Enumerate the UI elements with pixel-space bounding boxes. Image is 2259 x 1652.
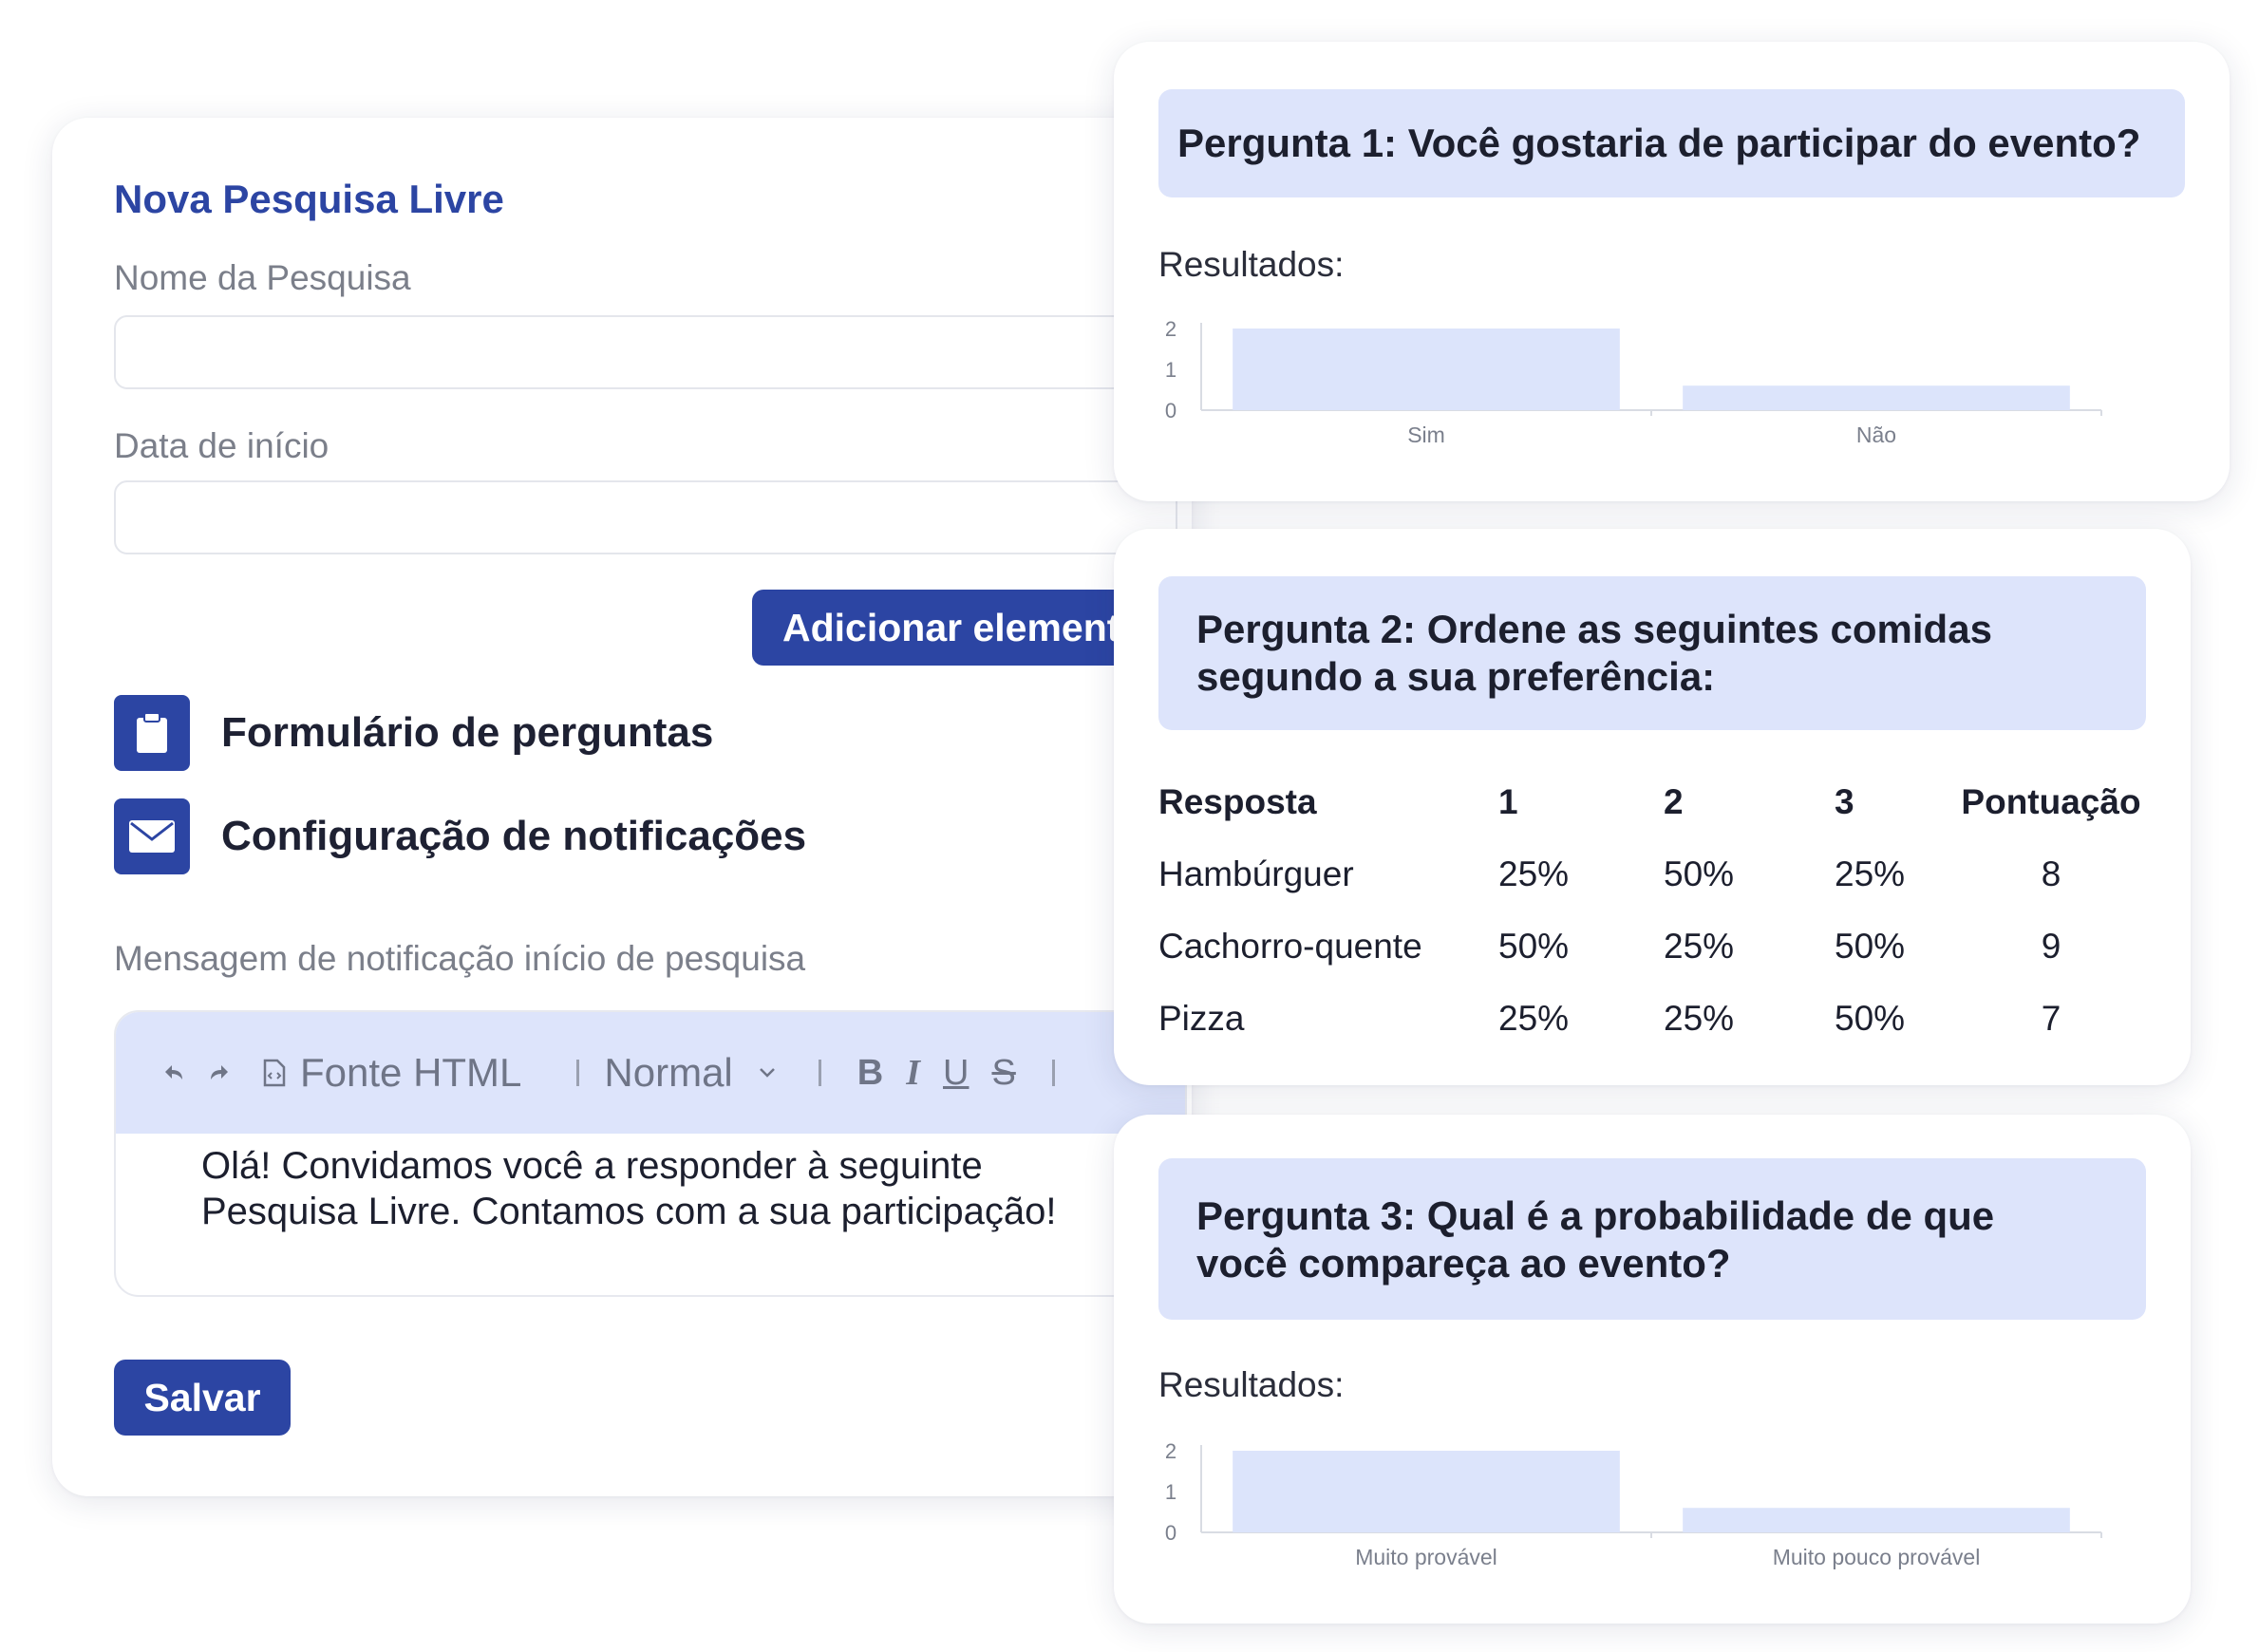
section-question-form-label: Formulário de perguntas [221,709,714,756]
table-cell: 25% [1664,999,1735,1038]
bar [1683,385,2070,410]
format-select[interactable]: Normal [604,1050,776,1096]
bar [1683,1508,2070,1532]
toolbar-separator [818,1060,821,1086]
toolbar-separator [1051,1060,1055,1086]
start-date-input[interactable] [114,480,1177,554]
add-element-button[interactable]: Adicionar elemento [752,590,1132,666]
table-cell: 25% [1498,999,1570,1038]
y-tick-label: 1 [1165,358,1177,382]
column-header: 2 [1664,782,1684,821]
y-tick-label: 0 [1165,1521,1177,1545]
column-header: 3 [1835,782,1854,821]
table-cell: 50% [1664,854,1735,893]
question-3-card: Pergunta 3: Qual é a probabilidade de qu… [1114,1115,2191,1624]
survey-name-input[interactable] [114,315,1177,389]
section-question-form[interactable]: Formulário de perguntas [114,695,713,771]
x-tick-label: Muito pouco provável [1773,1545,1981,1569]
y-tick-label: 0 [1165,399,1177,422]
table-cell: Pizza [1158,999,1245,1038]
chevron-down-icon [759,1068,775,1078]
table-row: Hambúrguer 25% 50% 25% 8 [1158,838,2141,910]
x-tick-label: Sim [1407,422,1445,447]
format-select-value: Normal [604,1050,733,1095]
survey-name-label: Nome da Pesquisa [114,258,411,297]
table-cell: 50% [1498,927,1570,966]
table-cell: 8 [2041,854,2061,893]
editor-content[interactable]: Olá! Convidamos você a responder à segui… [116,1134,1132,1234]
envelope-icon [114,798,190,874]
ranking-table: Resposta 1 2 3 Pontuação Hambúrguer 25% … [1158,766,2141,1055]
italic-button[interactable]: I [906,1052,920,1094]
table-cell: 9 [2041,927,2061,966]
underline-button[interactable]: U [943,1053,969,1094]
table-cell: 25% [1498,854,1570,893]
file-code-icon [263,1059,286,1087]
redo-icon[interactable] [205,1062,230,1083]
y-tick-label: 2 [1165,1439,1177,1463]
question-1-bar-chart: 0 1 2 Sim Não [1165,317,2102,447]
source-code-label: Fonte HTML [300,1050,522,1095]
table-row: Pizza 25% 25% 50% 7 [1158,983,2141,1055]
table-cell: 50% [1835,927,1906,966]
editor-text-line: Pesquisa Livre. Contamos com a sua parti… [201,1191,1057,1232]
editor-toolbar: Fonte HTML Normal B I U S [116,1012,1185,1134]
results-label: Resultados: [1158,245,1345,284]
notification-message-label: Mensagem de notificação início de pesqui… [114,939,806,978]
question-3-title: Pergunta 3: Qual é a probabilidade de qu… [1158,1158,2146,1320]
y-tick-label: 2 [1165,317,1177,341]
table-header-row: Resposta 1 2 3 Pontuação [1158,766,2141,838]
bar [1233,1451,1620,1532]
rich-text-editor: Fonte HTML Normal B I U S Olá! Convidamo… [114,1010,1187,1297]
question-3-title-line: você compareça ao evento? [1196,1241,1731,1286]
start-date-label: Data de início [114,426,329,465]
y-tick-label: 1 [1165,1480,1177,1504]
column-header: 1 [1498,782,1518,821]
table-cell: Cachorro-quente [1158,927,1422,966]
table-cell: 25% [1664,927,1735,966]
table-cell: 50% [1835,999,1906,1038]
undo-icon[interactable] [163,1062,188,1083]
x-tick-label: Não [1856,422,1896,447]
question-2-title-line: segundo a sua preferência: [1196,654,1716,699]
table-cell: Hambúrguer [1158,854,1354,893]
question-1-title: Pergunta 1: Você gostaria de participar … [1158,89,2185,197]
bar [1233,329,1620,410]
bold-button[interactable]: B [857,1053,883,1094]
strikethrough-button[interactable]: S [991,1053,1015,1094]
source-code-button[interactable]: Fonte HTML [262,1050,521,1096]
clipboard-icon [114,695,190,771]
question-3-title-line: Pergunta 3: Qual é a probabilidade de qu… [1196,1193,1995,1238]
question-1-card: Pergunta 1: Você gostaria de participar … [1114,42,2230,501]
table-cell: 7 [2041,999,2061,1038]
toolbar-separator [576,1060,580,1086]
results-label: Resultados: [1158,1365,1345,1404]
editor-text-line: Olá! Convidamos você a responder à segui… [201,1145,983,1187]
question-2-title: Pergunta 2: Ordene as seguintes comidas … [1158,576,2146,730]
column-header: Pontuação [1961,782,2141,821]
section-notification-config-label: Configuração de notificações [221,813,807,859]
save-button[interactable]: Salvar [114,1360,291,1436]
section-notification-config[interactable]: Configuração de notificações [114,798,806,874]
question-3-bar-chart: 0 1 2 Muito provável Muito pouco provável [1165,1439,2102,1569]
question-2-title-line: Pergunta 2: Ordene as seguintes comidas [1196,607,1992,651]
survey-form-card: Nova Pesquisa Livre Nome da Pesquisa Dat… [52,118,1192,1496]
question-2-card: Pergunta 2: Ordene as seguintes comidas … [1114,529,2191,1085]
table-cell: 25% [1835,854,1906,893]
table-row: Cachorro-quente 50% 25% 50% 9 [1158,910,2141,983]
form-title: Nova Pesquisa Livre [114,177,504,221]
column-header: Resposta [1158,782,1317,821]
x-tick-label: Muito provável [1355,1545,1497,1569]
